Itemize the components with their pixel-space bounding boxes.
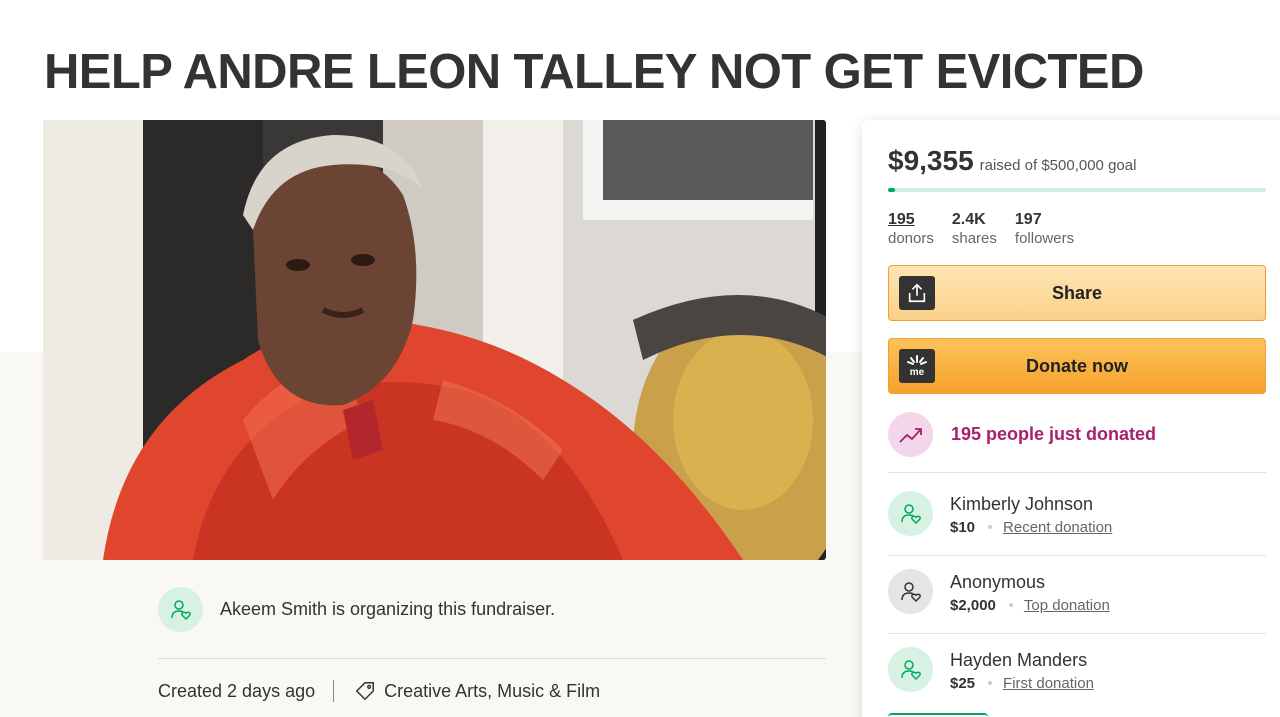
donation-kind-link[interactable]: Top donation xyxy=(1024,597,1110,614)
progress-fill xyxy=(888,188,896,192)
dot-separator xyxy=(988,525,993,529)
donor-avatar xyxy=(888,491,933,536)
donation-item: Anonymous $2,000 Top donation xyxy=(888,569,1110,614)
donor-avatar xyxy=(888,569,933,614)
activity-row: 195 people just donated xyxy=(888,412,1156,457)
stat-label: followers xyxy=(1014,230,1075,247)
created-date: Created 2 days ago xyxy=(158,680,316,701)
progress-bar xyxy=(888,188,1266,192)
organizer-row[interactable]: Akeem Smith is organizing this fundraise… xyxy=(158,587,555,632)
donor-name: Kimberly Johnson xyxy=(950,493,1094,514)
stat-value: 2.4K xyxy=(951,211,986,228)
stat-donors[interactable]: 195 donors xyxy=(888,210,934,248)
svg-text:me: me xyxy=(910,367,925,378)
donor-avatar xyxy=(888,647,933,692)
dot-separator xyxy=(988,681,993,685)
divider xyxy=(888,633,1266,634)
meta-separator xyxy=(333,680,335,702)
donation-kind-link[interactable]: Recent donation xyxy=(1003,519,1112,536)
stat-followers: 197 followers xyxy=(1015,210,1074,248)
user-heart-icon xyxy=(900,503,921,524)
donation-item: Kimberly Johnson $10 Recent donation xyxy=(888,491,1112,536)
stat-value: 195 xyxy=(888,211,915,228)
donation-item: Hayden Manders $25 First donation xyxy=(888,647,1094,692)
donor-name: Anonymous xyxy=(950,571,1046,592)
donate-button[interactable]: me Donate now xyxy=(888,338,1266,394)
category-link[interactable]: Creative Arts, Music & Film xyxy=(384,681,600,702)
campaign-photo[interactable] xyxy=(43,120,826,560)
donation-amount: $25 xyxy=(950,674,976,692)
tag-icon xyxy=(354,680,376,702)
divider xyxy=(158,658,826,659)
divider xyxy=(888,472,1266,473)
campaign-meta: Created 2 days ago Creative Arts, Music … xyxy=(158,680,600,702)
donation-amount: $2,000 xyxy=(950,596,996,614)
stats-row: 195 donors 2.4K shares 197 followers xyxy=(888,210,1092,248)
raised-amount: $9,355 xyxy=(888,145,974,176)
donor-name: Hayden Manders xyxy=(950,649,1088,670)
user-heart-icon xyxy=(900,659,921,680)
stat-label: donors xyxy=(888,230,934,247)
donation-kind-link[interactable]: First donation xyxy=(1003,675,1094,692)
raised-summary: $9,355 raised of $500,000 goal xyxy=(888,145,1136,177)
user-heart-icon xyxy=(170,599,191,620)
organizer-avatar xyxy=(158,587,203,632)
see-all-button-edge[interactable] xyxy=(888,713,988,717)
just-donated-text: 195 people just donated xyxy=(951,424,1157,444)
campaign-title: HELP ANDRE LEON TALLEY NOT GET EVICTED xyxy=(44,45,1144,99)
dot-separator xyxy=(1008,603,1013,607)
share-button[interactable]: Share xyxy=(888,265,1266,321)
goal-text: raised of $500,000 goal xyxy=(979,157,1137,174)
stat-value: 197 xyxy=(1014,211,1042,228)
donation-amount: $10 xyxy=(950,518,976,536)
stat-shares: 2.4K shares xyxy=(952,210,997,248)
gofundme-logo-icon: me xyxy=(899,349,935,383)
organizer-text: Akeem Smith is organizing this fundraise… xyxy=(220,599,556,619)
donate-label: Donate now xyxy=(1026,355,1128,376)
divider xyxy=(888,555,1266,556)
share-label: Share xyxy=(1051,282,1103,303)
upload-share-icon xyxy=(899,276,935,310)
stat-label: shares xyxy=(951,230,997,247)
trending-up-icon xyxy=(888,412,933,457)
user-heart-icon xyxy=(900,581,921,602)
